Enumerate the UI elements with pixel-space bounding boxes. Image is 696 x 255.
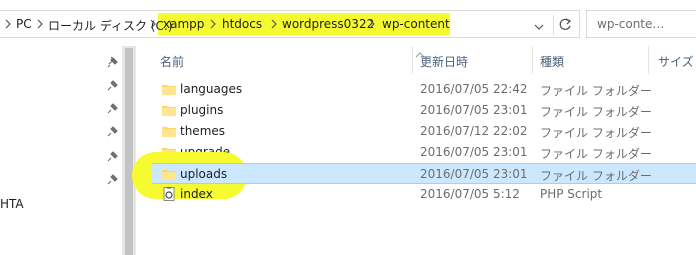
column-divider [532, 46, 533, 74]
pin-icon[interactable] [107, 173, 119, 185]
chevron-down-icon[interactable] [534, 20, 544, 34]
crumb-wordpress0322[interactable]: wordpress0322 [282, 17, 374, 31]
php-file-icon [163, 187, 175, 201]
chevron-right-icon [368, 19, 376, 29]
file-name: plugins [180, 103, 224, 117]
nav-item-partial[interactable]: HTA [0, 197, 24, 211]
column-header: 名前 更新日時 種類 サイズ [140, 46, 696, 74]
file-type: ファイル フォルダー [540, 126, 652, 140]
file-date: 2016/07/05 23:01 [420, 103, 528, 117]
nav-scrollbar-thumb[interactable] [125, 48, 133, 255]
file-type: ファイル フォルダー [540, 105, 652, 119]
column-type[interactable]: 種類 [540, 53, 564, 70]
file-date: 2016/07/12 22:02 [420, 124, 528, 138]
file-date: 2016/07/05 5:12 [420, 187, 520, 201]
file-name: themes [180, 124, 226, 138]
file-date: 2016/07/05 22:42 [420, 82, 528, 96]
file-date: 2016/07/05 23:01 [420, 167, 528, 181]
file-name: uploads [180, 167, 228, 181]
crumb-wp-content[interactable]: wp-content [382, 17, 450, 31]
chevron-right-icon [4, 19, 12, 29]
chevron-right-icon [149, 19, 157, 29]
chevron-right-icon [36, 19, 44, 29]
column-size[interactable]: サイズ [658, 53, 694, 70]
list-item[interactable]: index 2016/07/05 5:12 PHP Script [152, 184, 696, 205]
crumb-htdocs[interactable]: htdocs [222, 17, 262, 31]
crumb-pc[interactable]: PC [16, 17, 32, 31]
pin-icon[interactable] [107, 56, 119, 68]
address-bar[interactable]: PC ローカル ディスク (C:) xampp htdocs wordpress… [0, 10, 580, 38]
chevron-right-icon [270, 19, 278, 29]
list-item-selected[interactable]: uploads 2016/07/05 23:01 ファイル フォルダー [152, 163, 696, 184]
folder-icon [162, 170, 176, 180]
column-divider [648, 46, 649, 74]
list-item[interactable]: languages 2016/07/05 22:42 ファイル フォルダー [152, 79, 696, 100]
file-type: ファイル フォルダー [540, 169, 652, 183]
file-type: ファイル フォルダー [540, 147, 652, 161]
pin-icon[interactable] [107, 79, 119, 91]
navigation-pane: HTA [0, 46, 134, 255]
refresh-button[interactable] [553, 15, 576, 35]
search-input[interactable]: wp-conte… [597, 17, 664, 31]
column-name[interactable]: 名前 [160, 53, 184, 70]
column-divider [412, 46, 413, 74]
file-date: 2016/07/05 23:01 [420, 145, 528, 159]
chevron-right-icon [209, 19, 217, 29]
pin-icon[interactable] [107, 125, 119, 137]
file-type: PHP Script [540, 187, 603, 201]
file-name: languages [180, 82, 243, 96]
crumb-xampp[interactable]: xampp [163, 17, 204, 31]
file-name: index [180, 187, 213, 201]
list-item[interactable]: plugins 2016/07/05 23:01 ファイル フォルダー [152, 100, 696, 121]
folder-icon [162, 127, 176, 137]
column-date[interactable]: 更新日時 [420, 53, 468, 70]
folder-icon [162, 106, 176, 116]
pin-icon[interactable] [107, 150, 119, 162]
refresh-icon [559, 18, 572, 30]
file-type: ファイル フォルダー [540, 84, 652, 98]
list-item[interactable]: themes 2016/07/12 22:02 ファイル フォルダー [152, 121, 696, 142]
search-box[interactable]: wp-conte… [586, 10, 696, 38]
pin-icon[interactable] [107, 102, 119, 114]
folder-icon [162, 85, 176, 95]
